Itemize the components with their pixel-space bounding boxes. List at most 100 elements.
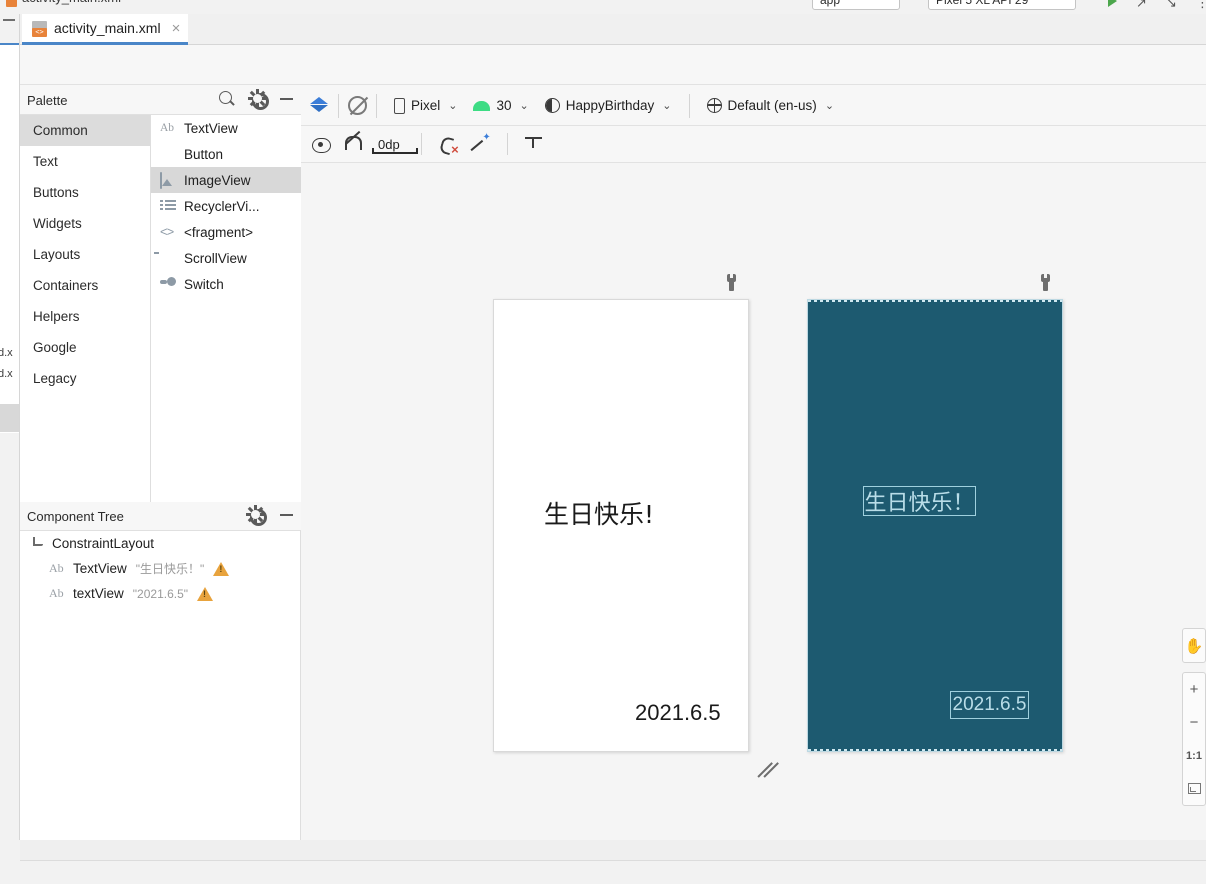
palette-item-label: RecyclerVi... [184, 198, 260, 214]
more-button[interactable]: ⋮ [1196, 0, 1206, 11]
palette-item-label: Switch [184, 276, 224, 292]
zoom-to-fit-button[interactable] [1182, 772, 1206, 805]
palette-category-common[interactable]: Common [20, 115, 150, 146]
ghost-tab-title: activity_main.xml [22, 0, 121, 12]
device-label: Pixel [411, 98, 441, 113]
canvas-resize-handle[interactable] [756, 755, 782, 781]
profile-button[interactable]: ↘ [1166, 0, 1177, 11]
minimize-icon[interactable] [280, 513, 293, 516]
palette-item-label: ImageView [184, 172, 251, 188]
infer-constraints-magic-icon[interactable] [471, 132, 490, 153]
chevron-down-icon: ⌄ [448, 100, 458, 112]
tree-node-constraintlayout[interactable]: ConstraintLayout [20, 531, 300, 556]
clear-all-constraints-icon[interactable] [439, 136, 459, 156]
toolbar-divider [376, 93, 377, 118]
tree-node-label: TextView [73, 561, 127, 576]
palette-header: Palette [20, 86, 301, 114]
zoom-out-button[interactable]: − [1182, 706, 1206, 739]
theme-icon [544, 98, 560, 113]
chevron-down-icon: ⌄ [519, 100, 529, 112]
blueprint-date-text: 2021.6.5 [952, 694, 1027, 715]
gear-icon[interactable] [246, 505, 267, 526]
theme-selector[interactable]: HappyBirthday ⌄ [537, 98, 680, 113]
search-icon[interactable] [218, 90, 235, 107]
xml-layout-file-icon [32, 20, 47, 37]
tree-node-textview-title[interactable]: Ab TextView "生日快乐！" [20, 556, 300, 581]
palette-body: Common Text Buttons Widgets Layouts Cont… [20, 114, 301, 503]
fragment-icon: <> [160, 224, 174, 239]
autoconnect-magnet-icon[interactable] [344, 136, 362, 152]
gear-icon[interactable] [248, 89, 269, 110]
close-icon[interactable]: × [172, 21, 181, 36]
android-studio-layout-editor: activity_main.xml app Pixel 5 XL API 29 … [0, 0, 1206, 884]
pan-tool-button[interactable]: ✋ [1182, 629, 1206, 662]
design-title-text[interactable]: 生日快乐! [544, 495, 654, 531]
switch-icon [160, 277, 177, 291]
collapse-icon[interactable] [3, 19, 15, 21]
zoom-buttons-group: + − 1:1 [1182, 672, 1206, 806]
design-date-text[interactable]: 2021.6.5 [635, 700, 721, 726]
globe-icon [706, 98, 722, 113]
design-blueprint-layers-icon[interactable] [310, 96, 329, 115]
default-margin-value[interactable]: 0dp [372, 137, 418, 154]
device-selector[interactable]: Pixel ⌄ [386, 97, 465, 114]
palette-item-label: ScrollView [184, 250, 247, 266]
palette-category-legacy[interactable]: Legacy [20, 363, 150, 394]
zoom-in-button[interactable]: + [1182, 673, 1206, 706]
palette-item-scrollview[interactable]: ScrollView [151, 245, 301, 271]
warning-icon[interactable] [197, 586, 214, 601]
palette-category-containers[interactable]: Containers [20, 270, 150, 301]
run-config-combo[interactable]: app [812, 0, 900, 10]
design-surface-toolbar: Pixel ⌄ 30 ⌄ HappyBirthday ⌄ Default (en… [301, 86, 1206, 126]
palette-item-recyclerview[interactable]: RecyclerVi... [151, 193, 301, 219]
minimize-icon[interactable] [280, 97, 293, 100]
ghost-tab-icon [6, 0, 17, 7]
debug-button[interactable]: ↗ [1136, 0, 1147, 11]
tree-node-textview-date[interactable]: Ab textView "2021.6.5" [20, 581, 300, 606]
button-icon [160, 147, 177, 161]
api-level-selector[interactable]: 30 ⌄ [465, 98, 536, 113]
warning-icon[interactable] [213, 561, 230, 576]
palette-category-layouts[interactable]: Layouts [20, 239, 150, 270]
actual-size-button[interactable]: 1:1 [1182, 739, 1206, 772]
blueprint-title-box[interactable]: 生日快乐！ [863, 486, 976, 516]
baseline-align-icon[interactable] [524, 136, 542, 152]
tree-node-value: "生日快乐！" [135, 562, 205, 576]
show-constraints-eye-icon[interactable] [312, 137, 331, 153]
api-level-label: 30 [496, 98, 512, 113]
palette-widget-list: Ab TextView Button ImageView RecyclerVi.… [151, 115, 301, 503]
palette-item-imageview[interactable]: ImageView [151, 167, 301, 193]
design-canvas[interactable]: 生日快乐! 2021.6.5 生日快乐！ 2021.6.5 [301, 163, 1206, 840]
palette-item-label: <fragment> [184, 224, 254, 240]
editor-top-band [20, 45, 1206, 85]
locale-selector[interactable]: Default (en-us) ⌄ [699, 98, 843, 113]
rotate-orientation-icon[interactable] [348, 96, 367, 115]
device-config-wrench-icon[interactable] [726, 274, 738, 291]
palette-category-widgets[interactable]: Widgets [20, 208, 150, 239]
palette-item-button[interactable]: Button [151, 141, 301, 167]
tree-node-label: ConstraintLayout [52, 536, 155, 551]
blueprint-bottom-constraint [808, 749, 1062, 751]
status-strip [0, 840, 1206, 884]
design-preview-surface[interactable]: 生日快乐! 2021.6.5 [493, 299, 749, 752]
palette-category-buttons[interactable]: Buttons [20, 177, 150, 208]
recyclerview-icon [160, 199, 177, 213]
scrollview-icon [160, 251, 177, 265]
blueprint-preview-surface[interactable]: 生日快乐！ 2021.6.5 [807, 299, 1063, 752]
palette-category-text[interactable]: Text [20, 146, 150, 177]
textview-icon: Ab [160, 122, 175, 134]
palette-category-google[interactable]: Google [20, 332, 150, 363]
run-button[interactable] [1108, 0, 1117, 7]
blueprint-date-box[interactable]: 2021.6.5 [950, 691, 1029, 719]
peek-file-2[interactable]: d.x [0, 368, 20, 380]
palette-category-helpers[interactable]: Helpers [20, 301, 150, 332]
palette-item-switch[interactable]: Switch [151, 271, 301, 297]
device-target-combo[interactable]: Pixel 5 XL API 29 [928, 0, 1076, 10]
palette-item-textview[interactable]: Ab TextView [151, 115, 301, 141]
project-panel-peek[interactable]: d.x d.x [0, 43, 19, 433]
hand-icon: ✋ [1184, 637, 1204, 655]
device-config-wrench-icon[interactable] [1040, 274, 1052, 291]
peek-file-1[interactable]: d.x [0, 347, 20, 359]
tab-activity-main-xml[interactable]: activity_main.xml × [22, 14, 189, 45]
palette-item-fragment[interactable]: <> <fragment> [151, 219, 301, 245]
